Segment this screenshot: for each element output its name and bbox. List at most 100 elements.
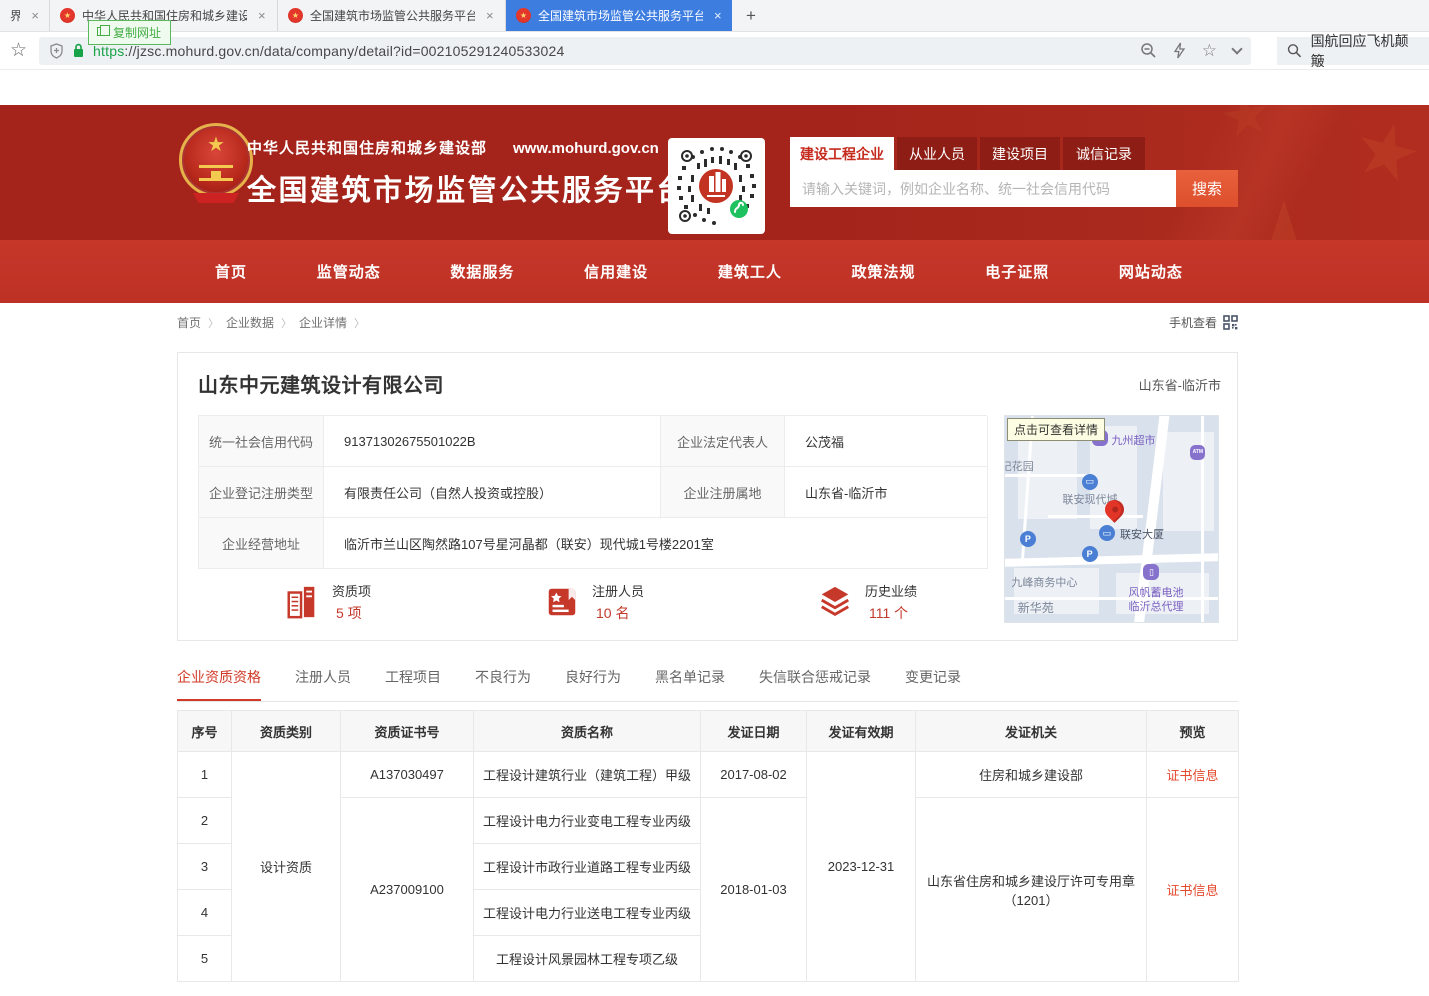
search-icon xyxy=(1287,43,1302,58)
tab-registered-personnel[interactable]: 注册人员 xyxy=(295,667,351,701)
mobile-view-label[interactable]: 手机查看 xyxy=(1169,314,1217,331)
tab-close-icon[interactable]: × xyxy=(486,8,494,23)
platform-title: 全国建筑市场监管公共服务平台 xyxy=(247,167,688,209)
certificate-info-link[interactable]: 证书信息 xyxy=(1166,883,1218,898)
col-header-no: 序号 xyxy=(178,711,232,752)
browser-url-bar: ☆ https://jzsc.mohurd.gov.cn/data/compan… xyxy=(0,32,1429,70)
nav-item-home[interactable]: 首页 xyxy=(215,261,247,282)
table-header-row: 序号 资质类别 资质证书号 资质名称 发证日期 发证有效期 发证机关 预览 xyxy=(178,711,1239,752)
search-tab-practitioners[interactable]: 从业人员 xyxy=(897,137,977,170)
tab-close-icon[interactable]: × xyxy=(258,8,266,23)
emblem-gate-icon xyxy=(199,165,233,181)
stat-value: 10 名 xyxy=(592,603,644,623)
breadcrumb: 首页 〉 企业数据 〉 企业详情 〉 手机查看 xyxy=(177,314,1238,331)
history-layers-icon xyxy=(817,584,853,620)
stat-qualifications[interactable]: 资质项 5 项 xyxy=(284,581,371,623)
nav-item-credit[interactable]: 信用建设 xyxy=(584,261,648,282)
qualification-name: 工程设计市政行业道路工程专业丙级 xyxy=(474,844,701,890)
stat-label: 注册人员 xyxy=(592,581,644,600)
new-tab-button[interactable]: + xyxy=(732,0,770,31)
qualification-name: 工程设计建筑行业（建筑工程）甲级 xyxy=(474,752,701,798)
qualification-table: 序号 资质类别 资质证书号 资质名称 发证日期 发证有效期 发证机关 预览 1 … xyxy=(177,710,1239,982)
col-header-name: 资质名称 xyxy=(474,711,701,752)
tab-blacklist-records[interactable]: 黑名单记录 xyxy=(655,667,725,701)
stat-registered-personnel[interactable]: 注册人员 10 名 xyxy=(544,581,644,623)
battery-marker-icon: ▯ xyxy=(1143,564,1159,580)
qr-code-image xyxy=(673,143,760,229)
map-label-garden: 记花园 xyxy=(1004,461,1034,475)
tab-favicon-emblem-icon: ★ xyxy=(516,8,531,23)
emblem-star-icon: ★ xyxy=(207,135,225,155)
row-no: 2 xyxy=(178,798,232,844)
tab-change-records[interactable]: 变更记录 xyxy=(905,667,961,701)
zoom-out-icon[interactable] xyxy=(1140,42,1157,59)
cert-no: A237009100 xyxy=(341,798,474,982)
copy-url-tooltip: 复制网址 xyxy=(88,20,171,45)
field-label: 企业法定代表人 xyxy=(661,416,785,467)
search-button[interactable]: 搜索 xyxy=(1176,170,1238,207)
row-no: 3 xyxy=(178,844,232,890)
nav-item-certificates[interactable]: 电子证照 xyxy=(985,261,1049,282)
col-header-authority: 发证机关 xyxy=(916,711,1147,752)
search-tab-construction-enterprise[interactable]: 建设工程企业 xyxy=(790,137,894,170)
issue-date: 2017-08-02 xyxy=(701,752,807,798)
stat-historical-performance[interactable]: 历史业绩 111 个 xyxy=(817,581,917,623)
chevron-down-icon[interactable] xyxy=(1231,43,1242,54)
tab-good-behavior[interactable]: 良好行为 xyxy=(565,667,621,701)
legal-representative-value: 公茂福 xyxy=(785,416,988,467)
tab-enterprise-qualifications[interactable]: 企业资质资格 xyxy=(177,667,261,701)
detail-tab-bar: 企业资质资格 注册人员 工程项目 不良行为 良好行为 黑名单记录 失信联合惩戒记… xyxy=(177,667,1238,702)
browser-tab-jzsc[interactable]: ★ 全国建筑市场监管公共服务平台 × xyxy=(278,0,506,31)
favorite-star-icon[interactable]: ☆ xyxy=(1202,42,1217,59)
nav-item-data-services[interactable]: 数据服务 xyxy=(450,261,514,282)
breadcrumb-enterprise-detail[interactable]: 企业详情 xyxy=(299,316,347,330)
col-header-category: 资质类别 xyxy=(232,711,341,752)
tab-engineering-projects[interactable]: 工程项目 xyxy=(385,667,441,701)
padlock-icon xyxy=(72,43,85,58)
bookmark-star-icon[interactable]: ☆ xyxy=(10,39,27,62)
search-tab-projects[interactable]: 建设项目 xyxy=(980,137,1060,170)
keyword-search-input[interactable] xyxy=(790,170,1176,207)
certificate-info-link[interactable]: 证书信息 xyxy=(1166,768,1218,783)
copy-icon xyxy=(97,27,105,36)
tab-bad-behavior[interactable]: 不良行为 xyxy=(475,667,531,701)
qr-code-icon[interactable] xyxy=(1223,315,1238,330)
issue-date: 2018-01-03 xyxy=(701,798,807,982)
row-no: 4 xyxy=(178,890,232,936)
tab-favicon-emblem-icon: ★ xyxy=(60,8,75,23)
ministry-name: 中华人民共和国住房和城乡建设部 xyxy=(247,137,487,158)
table-row: 1 设计资质 A137030497 工程设计建筑行业（建筑工程）甲级 2017-… xyxy=(178,752,1239,798)
qualification-name: 工程设计电力行业变电工程专业丙级 xyxy=(474,798,701,844)
location-map[interactable]: ⊙ 九州超市 ATM 记花园 ▭ 联安现代城 ▭ 联安大厦 P P 九峰商务中心… xyxy=(1004,415,1219,623)
nav-item-workers[interactable]: 建筑工人 xyxy=(718,261,782,282)
company-name: 山东中元建筑设计有限公司 xyxy=(198,369,444,398)
nav-item-policies[interactable]: 政策法规 xyxy=(852,261,916,282)
valid-until: 2023-12-31 xyxy=(807,752,916,982)
tab-dishonesty-records[interactable]: 失信联合惩戒记录 xyxy=(759,667,871,701)
address-bar[interactable]: https://jzsc.mohurd.gov.cn/data/company/… xyxy=(39,37,1251,65)
stat-label: 资质项 xyxy=(332,581,371,600)
tab-close-icon[interactable]: × xyxy=(714,8,722,23)
nav-item-supervision[interactable]: 监管动态 xyxy=(317,261,381,282)
browser-tab-partial[interactable]: 界 × xyxy=(0,0,50,31)
breadcrumb-separator: 〉 xyxy=(281,315,292,331)
breadcrumb-enterprise-data[interactable]: 企业数据 xyxy=(226,316,274,330)
search-tab-credit-records[interactable]: 诚信记录 xyxy=(1063,137,1145,170)
browser-tab-bar: 界 × ★ 中华人民共和国住房和城乡建设 × ★ 全国建筑市场监管公共服务平台 … xyxy=(0,0,1429,32)
copy-url-tooltip-text: 复制网址 xyxy=(113,26,161,40)
nav-item-site-news[interactable]: 网站动态 xyxy=(1119,261,1183,282)
flash-icon[interactable] xyxy=(1173,42,1186,59)
browser-tab-active[interactable]: ★ 全国建筑市场监管公共服务平台 × xyxy=(506,0,732,31)
breadcrumb-home[interactable]: 首页 xyxy=(177,316,201,330)
col-header-issue-date: 发证日期 xyxy=(701,711,807,752)
map-label-battery-line2: 临沂总代理 xyxy=(1129,601,1184,615)
building-marker-icon: ▭ xyxy=(1099,525,1115,541)
national-emblem-logo: ★ xyxy=(179,123,253,219)
breadcrumb-separator: 〉 xyxy=(208,315,219,331)
tab-close-icon[interactable]: × xyxy=(31,8,39,23)
map-label-business-center: 九峰商务中心 xyxy=(1011,577,1077,591)
shield-plus-icon[interactable] xyxy=(49,43,64,59)
quick-search-box[interactable]: 国航回应飞机颠簸 xyxy=(1277,37,1429,65)
cert-no: A137030497 xyxy=(341,752,474,798)
map-tooltip: 点击可查看详情 xyxy=(1007,418,1105,441)
